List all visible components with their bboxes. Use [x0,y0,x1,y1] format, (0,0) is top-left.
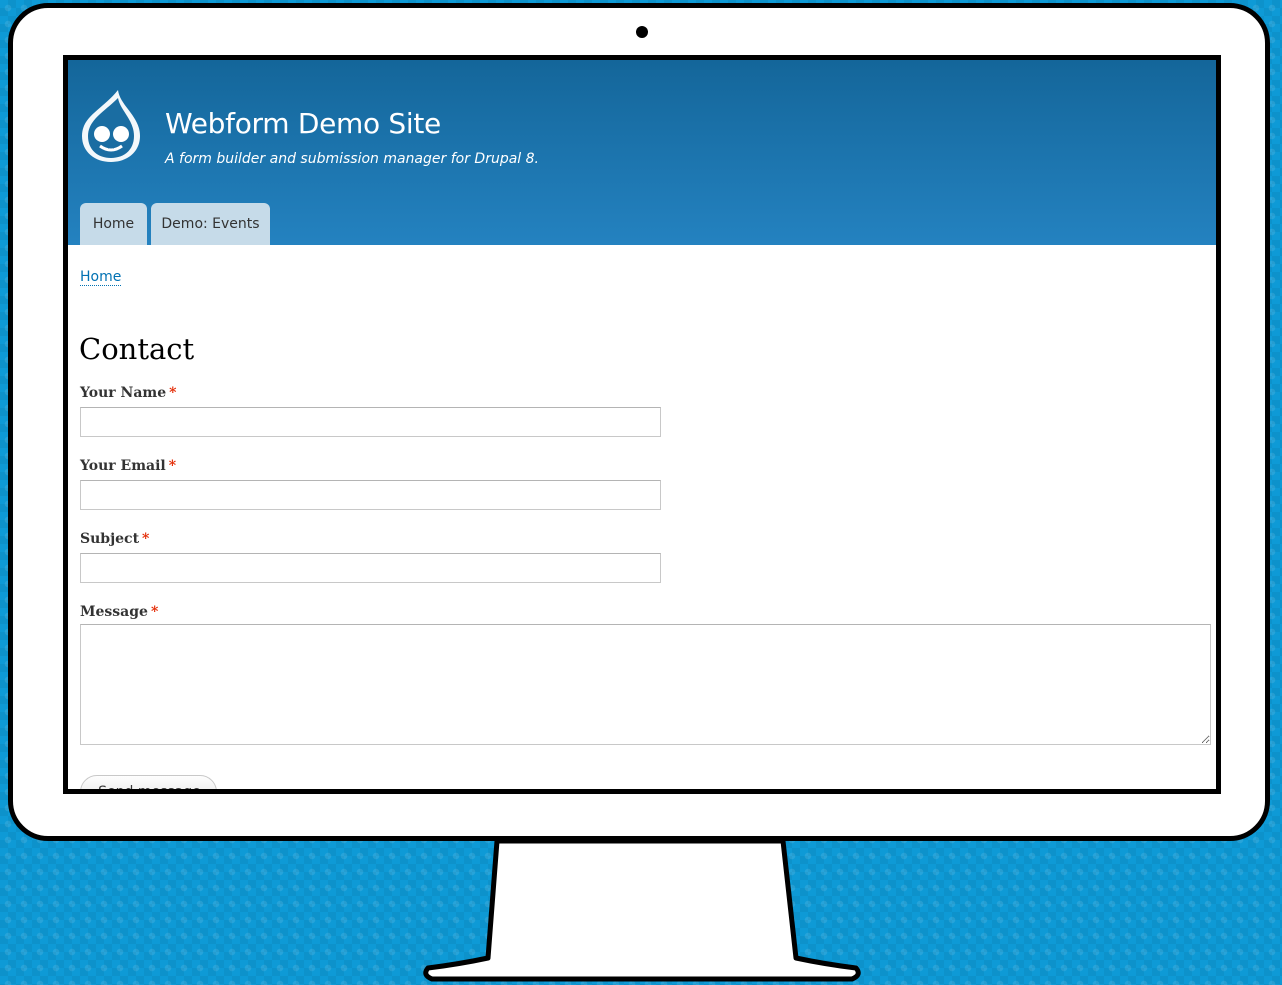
subject-input[interactable] [80,553,661,583]
tab-home[interactable]: Home [80,203,147,245]
required-marker: * [150,604,159,620]
required-marker: * [142,531,150,547]
breadcrumb-home-link[interactable]: Home [80,269,122,286]
tab-demo-events[interactable]: Demo: Events [151,203,270,245]
required-marker: * [169,385,177,401]
page-title: Contact [79,332,195,366]
name-label-text: Your Name [80,385,167,401]
site-header: Webform Demo Site A form builder and sub… [68,60,1216,245]
webcam-icon [636,26,648,38]
site-name[interactable]: Webform Demo Site [165,107,441,140]
subject-label-text: Subject [80,531,140,547]
email-label-text: Your Email [80,458,166,474]
site-slogan: A form builder and submission manager fo… [165,151,539,167]
send-message-button[interactable]: Send message [80,775,217,789]
message-field-label: Message * [80,604,158,620]
message-label-text: Message [80,604,148,620]
required-marker: * [168,458,177,474]
name-input[interactable] [80,407,661,437]
message-textarea[interactable] [80,624,1211,745]
email-field-label: Your Email * [80,458,176,474]
drupal-drop-logo-icon[interactable] [78,88,144,164]
browser-screen: Webform Demo Site A form builder and sub… [63,55,1221,794]
email-input[interactable] [80,480,661,510]
name-field-label: Your Name * [80,385,176,401]
subject-field-label: Subject * [80,531,149,547]
